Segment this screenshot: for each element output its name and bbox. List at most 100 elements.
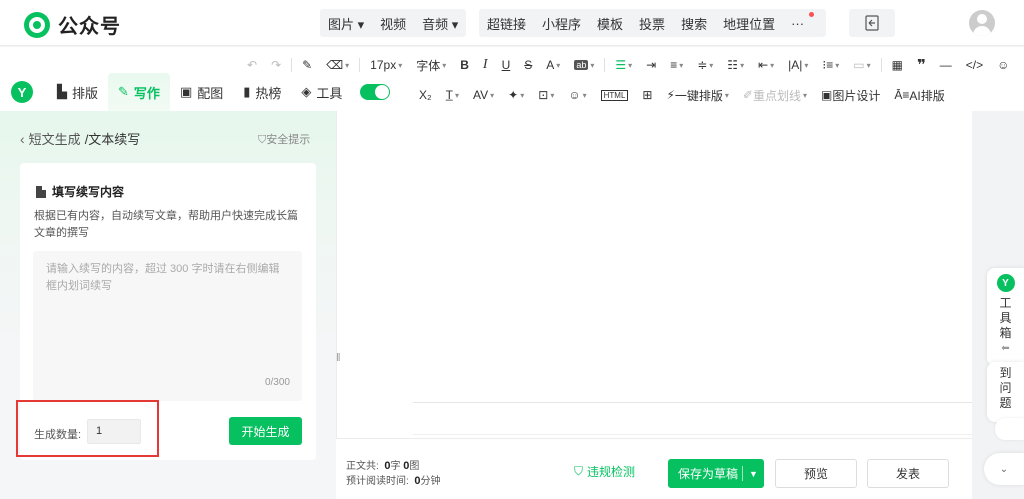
menu-audio[interactable]: 音频 ▾: [414, 14, 466, 33]
plugin-logo-icon: Y: [996, 274, 1015, 292]
menu-search[interactable]: 搜索: [673, 14, 715, 33]
publish-button[interactable]: 发表: [867, 459, 949, 488]
violation-check-button[interactable]: ⛉ 违规检测: [574, 463, 635, 480]
menu-location[interactable]: 地理位置: [715, 14, 783, 33]
shield-icon: ⛉: [258, 134, 267, 146]
plugin-logo-icon[interactable]: Y: [11, 81, 33, 103]
tab-layout[interactable]: ▙ 排版: [47, 73, 108, 111]
magic-wand-icon[interactable]: ✦ ▾: [501, 88, 531, 102]
editor-toolbar: ↶ ↷ ✎ ⌫ ▾ 17px ▾ 字体 ▾ B I U S A ▾ ab ▾ ☰ ▾ ⇥ ≡…: [0, 47, 1024, 111]
write-icon: ✎: [118, 84, 129, 99]
image-icon: ▣: [179, 84, 193, 99]
clear-format-icon[interactable]: ⌫ ▾: [319, 58, 356, 72]
bottom-action-bar: 正文共: 0字 0图 预计阅读时间: 0分钟 ⛉ 违规检测 保存为草稿 ▼ 预览 …: [336, 438, 972, 499]
column-layout-icon[interactable]: ▭ ▾: [846, 58, 877, 72]
menu-template[interactable]: 模板: [589, 14, 631, 33]
insert-component-menu: 超链接 小程序 模板 投票 搜索 地理位置 ···: [479, 9, 827, 37]
underline-button[interactable]: U: [495, 58, 518, 72]
more-menu-button[interactable]: ···: [783, 11, 815, 31]
paragraph-spacing-icon[interactable]: ☷ ▾: [720, 58, 751, 72]
tab-image[interactable]: ▣ 配图: [170, 73, 233, 111]
editor-canvas[interactable]: [336, 111, 973, 438]
save-draft-button[interactable]: 保存为草稿 ▼: [668, 459, 764, 488]
save-options-dropdown[interactable]: ▼: [743, 469, 764, 479]
html-icon[interactable]: HTML: [600, 89, 629, 101]
draft-box-button[interactable]: [849, 9, 895, 37]
breadcrumb-current: /文本续写: [84, 132, 141, 147]
cube-icon: ◈: [301, 84, 312, 99]
line-spacing-icon[interactable]: ≑ ▾: [690, 58, 720, 72]
quote-icon[interactable]: ❞: [910, 56, 933, 74]
editor-divider: [413, 434, 973, 435]
align-left-icon[interactable]: ☰ ▾: [608, 58, 639, 72]
sticker-icon[interactable]: ☺ ▾: [561, 88, 593, 102]
list-icon[interactable]: ⁝≡ ▾: [815, 58, 846, 72]
report-issue-tab[interactable]: 到问题: [987, 362, 1024, 422]
underline-style-icon[interactable]: T̲ ▾: [439, 88, 466, 102]
menu-image[interactable]: 图片 ▾: [320, 14, 372, 33]
wechat-logo-icon: [24, 11, 50, 38]
table-icon[interactable]: ▦: [885, 58, 910, 72]
menu-hyperlink[interactable]: 超链接: [479, 14, 534, 33]
start-generate-button[interactable]: 开始生成: [229, 417, 302, 445]
bold-button[interactable]: B: [453, 58, 476, 72]
divider-line-icon[interactable]: —: [933, 58, 959, 72]
document-icon: [865, 15, 879, 31]
breadcrumb-parent[interactable]: 短文生成: [29, 129, 81, 148]
report-label: 到问题: [999, 366, 1012, 410]
safety-tip-link[interactable]: ⛉安全提示: [258, 131, 310, 147]
emoji-icon[interactable]: ☺: [990, 58, 1016, 72]
preview-button[interactable]: 预览: [775, 459, 857, 488]
font-color-button[interactable]: A ▾: [539, 58, 567, 72]
tab-hot-list[interactable]: ▮ 热榜: [233, 73, 291, 111]
letter-spacing-icon[interactable]: |A| ▾: [781, 58, 815, 72]
format-painter-icon[interactable]: ✎: [295, 58, 319, 72]
undo-icon[interactable]: ↶: [240, 58, 264, 72]
letter-spacing-button[interactable]: AV ▾: [466, 88, 501, 102]
continuation-textarea[interactable]: 请输入续写的内容，超过 300 字时请在右侧编辑框内划词续写 0/300: [33, 251, 302, 401]
notification-dot: [809, 11, 815, 17]
code-icon[interactable]: </>: [959, 58, 990, 72]
user-avatar[interactable]: [969, 10, 995, 36]
document-icon: [36, 185, 46, 198]
one-click-layout-button[interactable]: ⚡ 一键排版 ▾: [659, 87, 735, 104]
redo-icon[interactable]: ↷: [264, 58, 288, 72]
menu-miniprogram[interactable]: 小程序: [534, 14, 589, 33]
font-size-select[interactable]: 17px ▾: [363, 58, 409, 72]
panel-resize-handle[interactable]: ‖: [336, 352, 341, 364]
highlight-annotation-box: [16, 400, 159, 457]
chart-icon[interactable]: ⊡ ▾: [531, 88, 561, 102]
toolbar-divider: [359, 58, 361, 72]
highlight-line-button[interactable]: ✐ 重点划线 ▾: [736, 87, 814, 104]
indent-margin-icon[interactable]: ⇤ ▾: [751, 58, 781, 72]
indent-icon[interactable]: ⇥: [639, 58, 663, 72]
subscript-button[interactable]: X₂: [412, 88, 439, 102]
menu-video[interactable]: 视频: [372, 14, 414, 33]
toolbox-sidebar-tab[interactable]: Y 工具箱 ⬅: [987, 268, 1024, 366]
floating-widget[interactable]: [995, 418, 1024, 440]
app-logo[interactable]: 公众号: [24, 10, 121, 39]
menu-vote[interactable]: 投票: [631, 14, 673, 33]
plugin-toggle[interactable]: [360, 84, 391, 100]
breadcrumb: ‹ 短文生成 /文本续写: [20, 129, 140, 148]
tab-write[interactable]: ✎ 写作: [108, 73, 170, 111]
editor-divider: [413, 402, 973, 403]
background-color-button[interactable]: ab ▾: [567, 60, 601, 70]
card-description: 根据已有内容，自动续写文章，帮助用户快速完成长篇文章的撰写: [34, 210, 298, 239]
back-chevron-icon[interactable]: ‹: [20, 131, 25, 147]
ai-layout-button[interactable]: Ā≡ AI排版: [887, 87, 951, 104]
toolkit-icon[interactable]: ⊞: [635, 88, 659, 102]
textarea-placeholder: 请输入续写的内容，超过 300 字时请在右侧编辑框内划词续写: [46, 263, 280, 292]
card-title: 填写续写内容: [36, 183, 124, 200]
char-counter: 0/300: [264, 377, 290, 388]
align-center-icon[interactable]: ≡ ▾: [663, 58, 690, 72]
chevron-down-icon[interactable]: ⌄: [984, 453, 1024, 485]
tab-tools[interactable]: ◈ 工具: [291, 73, 352, 111]
insert-media-menu: 图片 ▾ 视频 音频 ▾: [320, 9, 467, 37]
toolbar-divider: [291, 58, 293, 72]
image-design-button[interactable]: ▣ 图片设计: [814, 87, 887, 104]
italic-button[interactable]: I: [476, 57, 495, 73]
arrow-left-icon: ⬅: [1001, 343, 1010, 354]
font-family-select[interactable]: 字体 ▾: [409, 57, 453, 74]
strikethrough-button[interactable]: S: [517, 58, 539, 72]
